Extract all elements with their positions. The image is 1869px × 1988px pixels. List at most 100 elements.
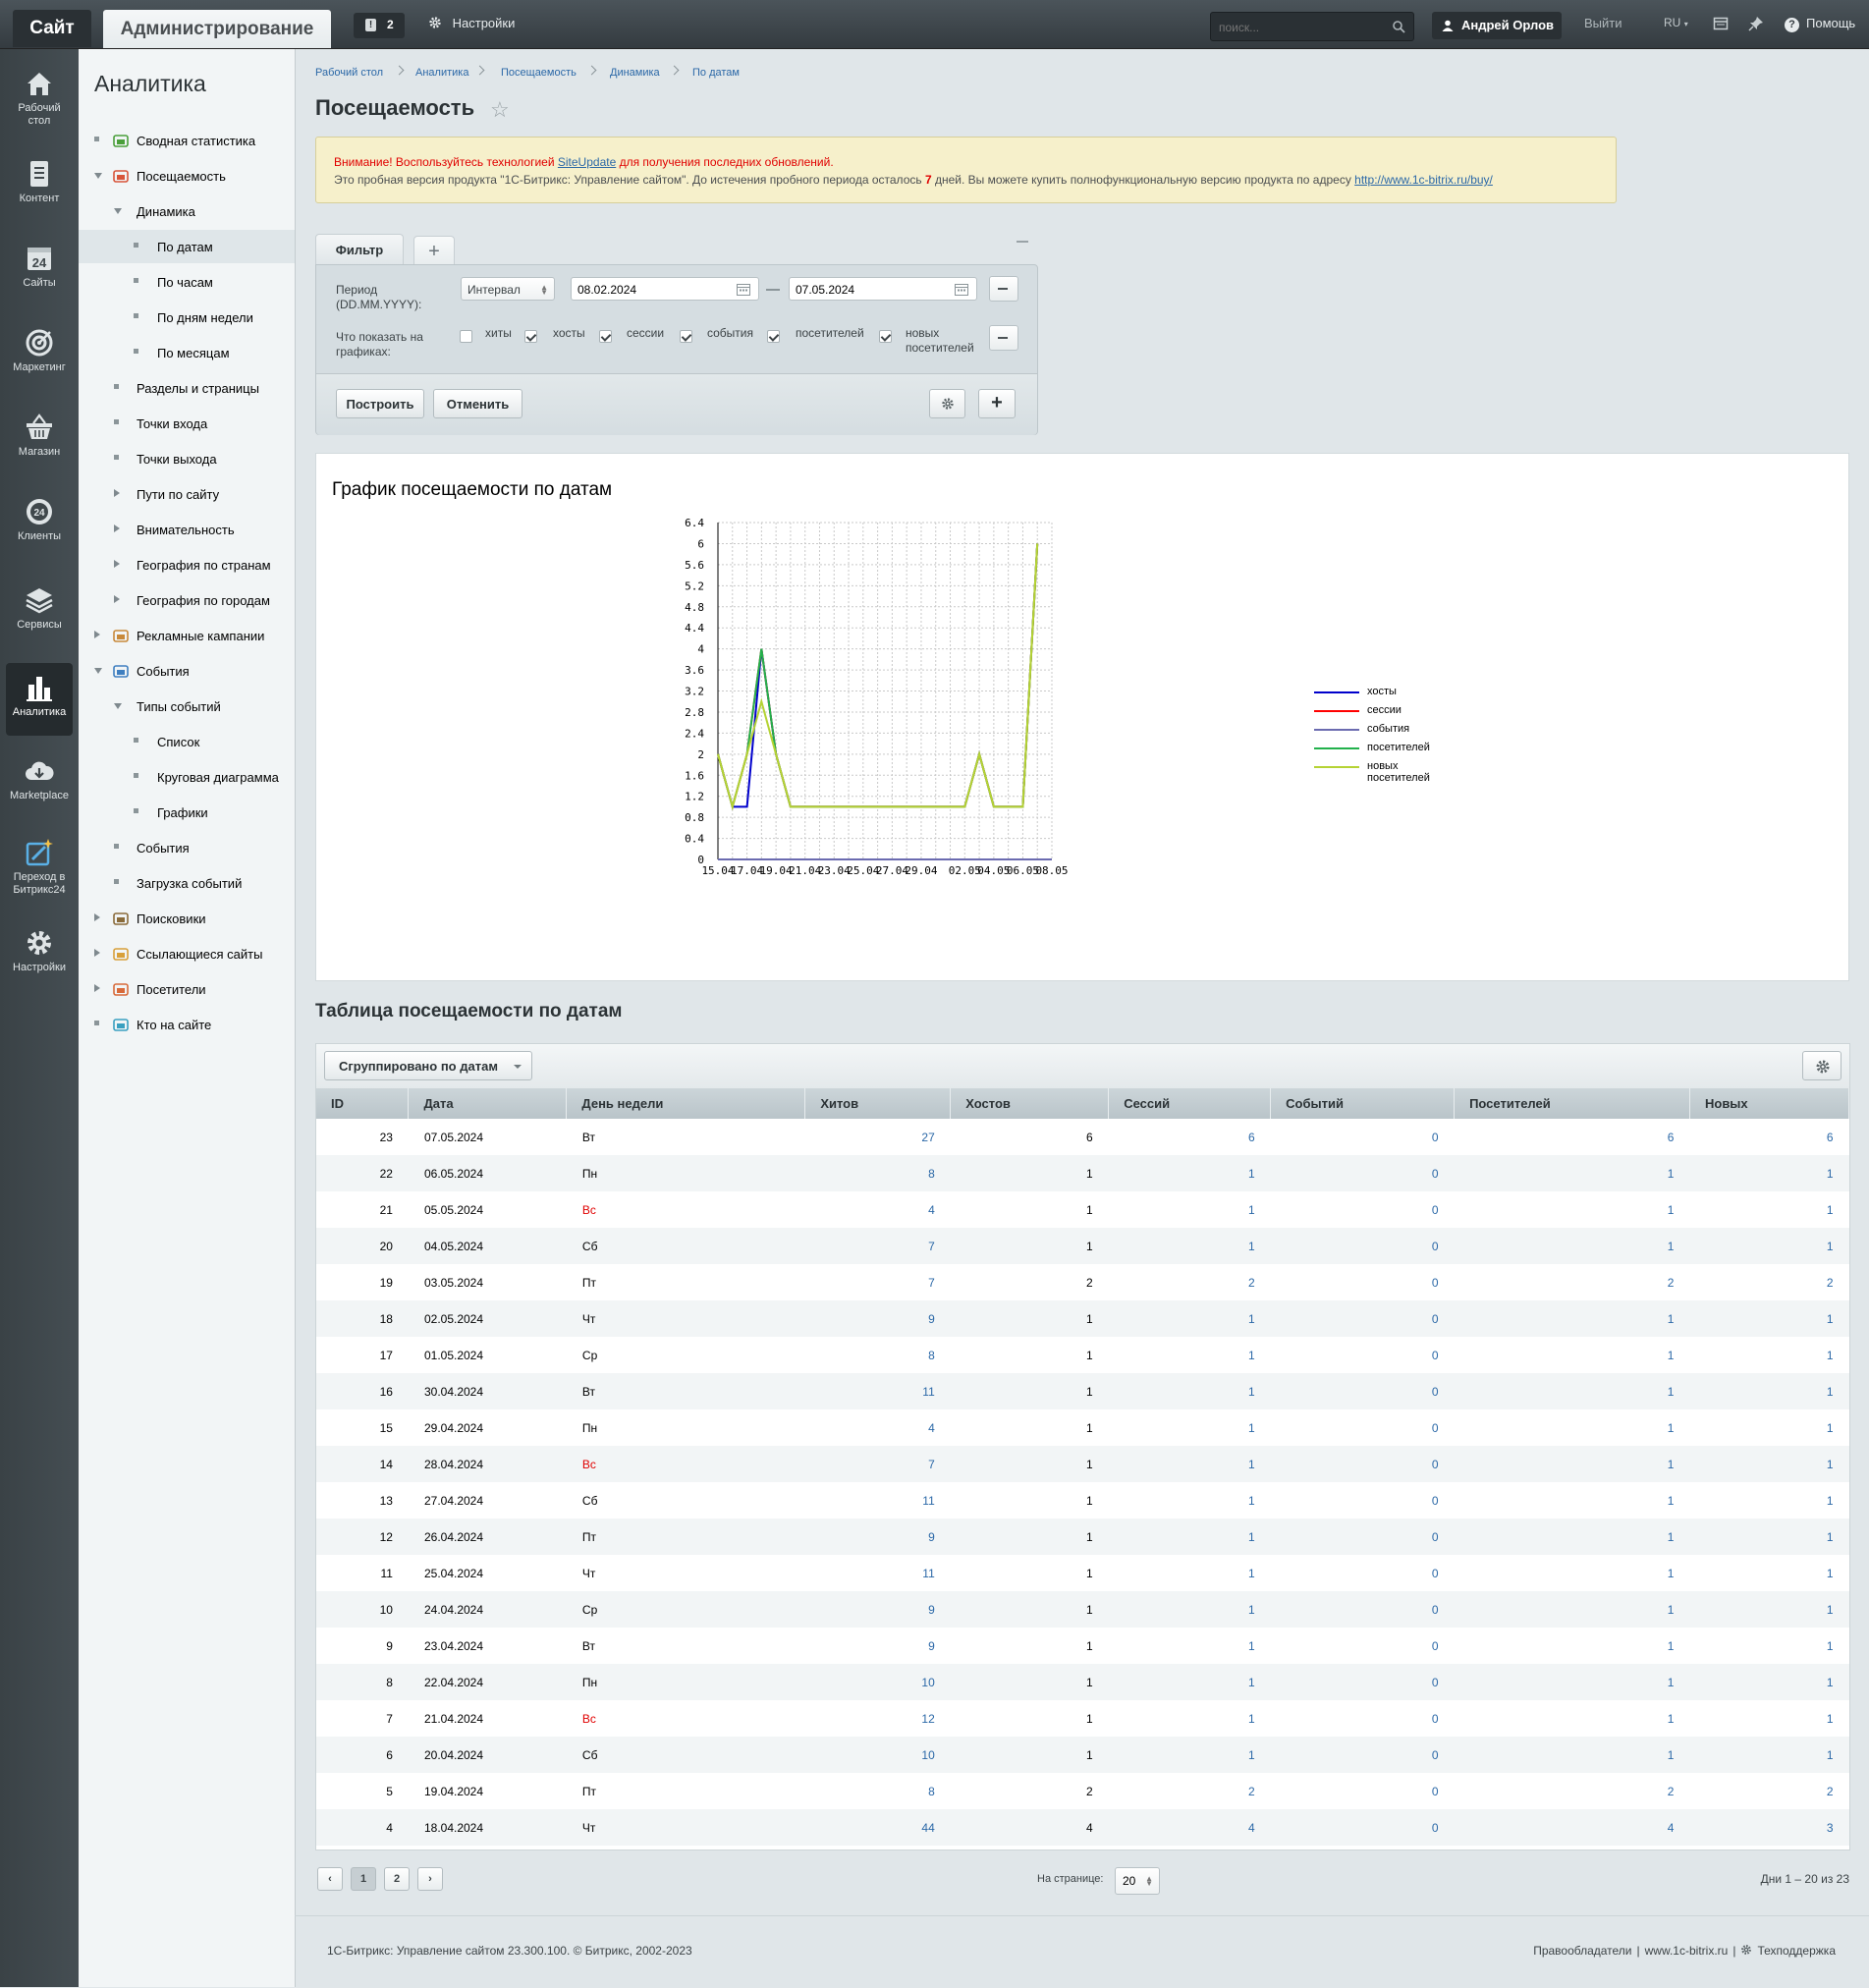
cell-new[interactable]: 1 <box>1689 1155 1849 1191</box>
collapsed-arrow-icon[interactable] <box>114 595 120 603</box>
expanded-arrow-icon[interactable] <box>94 173 102 179</box>
group-by-dropdown[interactable]: Сгруппировано по датам <box>324 1051 532 1080</box>
cell-visitors[interactable]: 1 <box>1454 1664 1690 1700</box>
cell-events[interactable]: 0 <box>1270 1737 1455 1773</box>
collapsed-arrow-icon[interactable] <box>94 631 100 638</box>
checkbox-hits[interactable] <box>460 330 472 343</box>
table-row[interactable]: 5 19.04.2024 Пт 8 2 2 0 2 2 <box>316 1773 1849 1809</box>
cell-new[interactable]: 1 <box>1689 1628 1848 1664</box>
window-icon[interactable] <box>1713 16 1729 31</box>
menu-analytics[interactable]: Аналитика <box>6 663 73 736</box>
sidebar-item[interactable]: География по странам <box>79 548 295 581</box>
cell-hits[interactable]: 11 <box>804 1373 951 1409</box>
cell-visitors[interactable]: 1 <box>1454 1446 1690 1482</box>
search-input[interactable] <box>1217 18 1388 37</box>
table-row[interactable]: 10 24.04.2024 Ср 9 1 1 0 1 1 <box>316 1591 1849 1628</box>
cell-hits[interactable]: 12 <box>805 1700 951 1737</box>
cell-events[interactable]: 0 <box>1271 1555 1455 1591</box>
cell-new[interactable]: 1 <box>1689 1700 1848 1737</box>
breadcrumb-item[interactable]: Рабочий стол <box>315 67 383 79</box>
sidebar-item[interactable]: Графики <box>79 796 295 829</box>
cell-visitors[interactable]: 1 <box>1455 1191 1690 1228</box>
table-row[interactable]: 8 22.04.2024 Пн 10 1 1 0 1 1 <box>316 1664 1849 1700</box>
cell-sessions[interactable]: 1 <box>1108 1519 1271 1555</box>
sidebar-item[interactable]: Загрузка событий <box>79 866 295 900</box>
date-to-input[interactable]: 07.05.2024 <box>789 277 977 301</box>
cell-visitors[interactable]: 1 <box>1455 1409 1690 1446</box>
cell-sessions[interactable]: 6 <box>1109 1119 1271 1155</box>
next-page-button[interactable]: › <box>417 1867 443 1891</box>
cell-new[interactable]: 1 <box>1689 1555 1848 1591</box>
collapsed-arrow-icon[interactable] <box>114 489 120 497</box>
bitrix-site-link[interactable]: www.1c-bitrix.ru <box>1645 1944 1729 1958</box>
menu-services[interactable]: Сервисы <box>6 585 73 632</box>
sidebar-item[interactable]: Круговая диаграмма <box>79 760 295 794</box>
expanded-arrow-icon[interactable] <box>114 703 122 709</box>
table-row[interactable]: 22 06.05.2024 Пн 8 1 1 0 1 1 <box>316 1155 1849 1191</box>
remove-period-field-button[interactable] <box>989 276 1018 302</box>
sidebar-item[interactable]: По дням недели <box>79 301 295 334</box>
cell-sessions[interactable]: 1 <box>1109 1700 1271 1737</box>
support-link[interactable]: Техподдержка <box>1757 1944 1836 1958</box>
cell-hits[interactable]: 9 <box>804 1519 951 1555</box>
table-row[interactable]: 23 07.05.2024 Вт 27 6 6 0 6 6 <box>316 1119 1849 1155</box>
sidebar-item[interactable]: Рекламные кампании <box>79 619 295 652</box>
cell-new[interactable]: 1 <box>1689 1737 1849 1773</box>
menu-content[interactable]: Контент <box>6 159 73 205</box>
table-row[interactable]: 4 18.04.2024 Чт 44 4 4 0 4 3 <box>316 1809 1849 1846</box>
column-header-id[interactable]: ID <box>316 1088 410 1119</box>
breadcrumb-item[interactable]: Динамика <box>610 67 660 79</box>
cell-sessions[interactable]: 2 <box>1109 1773 1271 1809</box>
breadcrumb-item[interactable]: По датам <box>692 67 740 79</box>
sidebar-item[interactable]: Точки выхода <box>79 442 295 475</box>
cell-events[interactable]: 0 <box>1271 1700 1455 1737</box>
sidebar-item[interactable]: Сводная статистика <box>79 124 295 157</box>
cell-events[interactable]: 0 <box>1271 1409 1455 1446</box>
cell-visitors[interactable]: 4 <box>1454 1809 1690 1846</box>
cell-hits[interactable]: 8 <box>805 1337 951 1373</box>
cell-sessions[interactable]: 1 <box>1109 1191 1271 1228</box>
menu-bitrix24[interactable]: Переход в Битрикс24 <box>6 838 73 897</box>
filter-tab[interactable]: Фильтр <box>315 234 404 266</box>
table-row[interactable]: 11 25.04.2024 Чт 11 1 1 0 1 1 <box>316 1555 1849 1591</box>
table-row[interactable]: 12 26.04.2024 Пт 9 1 1 0 1 1 <box>316 1519 1849 1555</box>
column-header-weekday[interactable]: День недели <box>566 1088 806 1119</box>
menu-clients[interactable]: 24 Клиенты <box>6 497 73 543</box>
cell-events[interactable]: 0 <box>1270 1300 1455 1337</box>
add-filter-field-button[interactable]: + <box>978 389 1016 418</box>
period-mode-select[interactable]: Интервал ▲ ▼ <box>461 277 555 301</box>
menu-settings[interactable]: Настройки <box>6 928 73 974</box>
cell-hits[interactable]: 11 <box>805 1555 951 1591</box>
cell-visitors[interactable]: 1 <box>1454 1373 1690 1409</box>
cell-sessions[interactable]: 1 <box>1108 1446 1271 1482</box>
table-row[interactable]: 19 03.05.2024 Пт 7 2 2 0 2 2 <box>316 1264 1849 1300</box>
cell-events[interactable]: 0 <box>1271 1482 1455 1519</box>
cell-sessions[interactable]: 1 <box>1108 1155 1271 1191</box>
cell-visitors[interactable]: 1 <box>1454 1300 1690 1337</box>
sidebar-item[interactable]: По месяцам <box>79 336 295 369</box>
cell-hits[interactable]: 9 <box>804 1591 951 1628</box>
checkbox-new-visitors[interactable] <box>879 330 892 343</box>
menu-marketplace[interactable]: Marketplace <box>6 756 73 802</box>
calendar-icon[interactable] <box>955 283 968 296</box>
date-from-input[interactable]: 08.02.2024 <box>571 277 759 301</box>
cell-sessions[interactable]: 1 <box>1108 1737 1271 1773</box>
cell-visitors[interactable]: 1 <box>1455 1700 1690 1737</box>
column-header-hosts[interactable]: Хостов <box>950 1088 1110 1119</box>
sidebar-item[interactable]: Внимательность <box>79 513 295 546</box>
cell-hits[interactable]: 9 <box>804 1300 951 1337</box>
cell-events[interactable]: 0 <box>1271 1119 1455 1155</box>
per-page-select[interactable]: 20 ▲ ▼ <box>1115 1867 1160 1895</box>
cell-visitors[interactable]: 2 <box>1455 1773 1690 1809</box>
sidebar-item[interactable]: Точки входа <box>79 407 295 440</box>
cell-hits[interactable]: 10 <box>804 1737 951 1773</box>
sidebar-item[interactable]: Ссылающиеся сайты <box>79 937 295 970</box>
add-filter-tab-button[interactable]: + <box>413 236 455 266</box>
cell-events[interactable]: 0 <box>1271 1191 1455 1228</box>
cell-new[interactable]: 1 <box>1689 1191 1848 1228</box>
cell-sessions[interactable]: 1 <box>1109 1482 1271 1519</box>
expanded-arrow-icon[interactable] <box>114 208 122 214</box>
expanded-arrow-icon[interactable] <box>94 668 102 674</box>
cell-events[interactable]: 0 <box>1271 1773 1455 1809</box>
table-row[interactable]: 9 23.04.2024 Вт 9 1 1 0 1 1 <box>316 1628 1849 1664</box>
